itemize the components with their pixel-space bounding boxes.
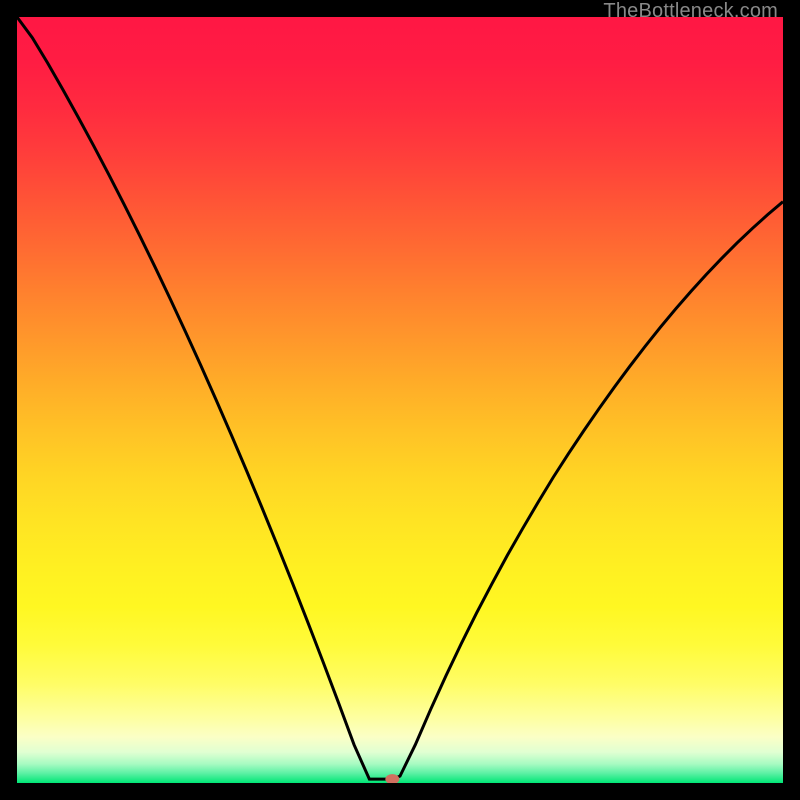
watermark-text: TheBottleneck.com xyxy=(603,0,778,23)
chart-frame xyxy=(17,17,783,783)
bottleneck-chart xyxy=(17,17,783,783)
chart-background xyxy=(17,17,783,783)
